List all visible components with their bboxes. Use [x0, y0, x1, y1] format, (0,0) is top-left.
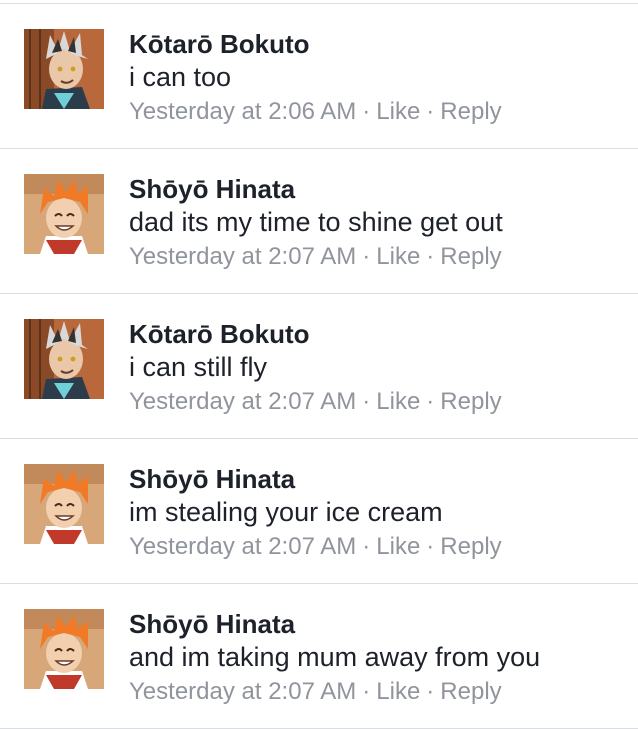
comment-author[interactable]: Kōtarō Bokuto	[129, 28, 310, 60]
comment-item: Shōyō Hinata and im taking mum away from…	[0, 584, 638, 729]
separator-dot: ·	[426, 98, 435, 125]
reply-link[interactable]: Reply	[440, 98, 501, 125]
separator-dot: ·	[362, 243, 371, 270]
comment-author[interactable]: Kōtarō Bokuto	[129, 318, 310, 350]
comment-author[interactable]: Shōyō Hinata	[129, 463, 295, 495]
comment-item: Shōyō Hinata im stealing your ice cream …	[0, 439, 638, 584]
like-link[interactable]: Like	[376, 98, 420, 125]
comment-meta: Yesterday at 2:06 AM · Like · Reply	[129, 95, 502, 129]
comment-meta: Yesterday at 2:07 AM · Like · Reply	[129, 240, 502, 274]
comment-text: i can too	[129, 62, 232, 92]
avatar-bokuto[interactable]	[24, 319, 104, 399]
comment-author[interactable]: Shōyō Hinata	[129, 608, 295, 640]
comment-timestamp[interactable]: Yesterday at 2:07 AM	[129, 678, 356, 705]
like-link[interactable]: Like	[376, 678, 420, 705]
separator-dot: ·	[362, 98, 371, 125]
comment-timestamp[interactable]: Yesterday at 2:06 AM	[129, 98, 356, 125]
avatar-hinata[interactable]	[24, 464, 104, 544]
reply-link[interactable]: Reply	[440, 533, 501, 560]
comment-item: Kōtarō Bokuto i can still fly Yesterday …	[0, 294, 638, 439]
comment-timestamp[interactable]: Yesterday at 2:07 AM	[129, 388, 356, 415]
comment-timestamp[interactable]: Yesterday at 2:07 AM	[129, 533, 356, 560]
separator-dot: ·	[362, 388, 371, 415]
comment-text: dad its my time to shine get out	[129, 207, 503, 237]
like-link[interactable]: Like	[376, 243, 420, 270]
separator-dot: ·	[426, 533, 435, 560]
comment-text: and im taking mum away from you	[129, 642, 541, 672]
separator-dot: ·	[426, 678, 435, 705]
like-link[interactable]: Like	[376, 533, 420, 560]
comment-text: i can still fly	[129, 352, 268, 382]
comment-meta: Yesterday at 2:07 AM · Like · Reply	[129, 530, 502, 564]
comment-item: Kōtarō Bokuto i can too Yesterday at 2:0…	[0, 4, 638, 149]
reply-link[interactable]: Reply	[440, 243, 501, 270]
comment-text: im stealing your ice cream	[129, 497, 443, 527]
avatar-hinata[interactable]	[24, 609, 104, 689]
reply-link[interactable]: Reply	[440, 388, 501, 415]
separator-dot: ·	[426, 243, 435, 270]
comment-meta: Yesterday at 2:07 AM · Like · Reply	[129, 675, 502, 709]
reply-link[interactable]: Reply	[440, 678, 501, 705]
comment-author[interactable]: Shōyō Hinata	[129, 173, 295, 205]
comment-item: Shōyō Hinata dad its my time to shine ge…	[0, 149, 638, 294]
comment-meta: Yesterday at 2:07 AM · Like · Reply	[129, 385, 502, 419]
separator-dot: ·	[362, 533, 371, 560]
comment-timestamp[interactable]: Yesterday at 2:07 AM	[129, 243, 356, 270]
like-link[interactable]: Like	[376, 388, 420, 415]
separator-dot: ·	[426, 388, 435, 415]
separator-dot: ·	[362, 678, 371, 705]
avatar-hinata[interactable]	[24, 174, 104, 254]
avatar-bokuto[interactable]	[24, 29, 104, 109]
